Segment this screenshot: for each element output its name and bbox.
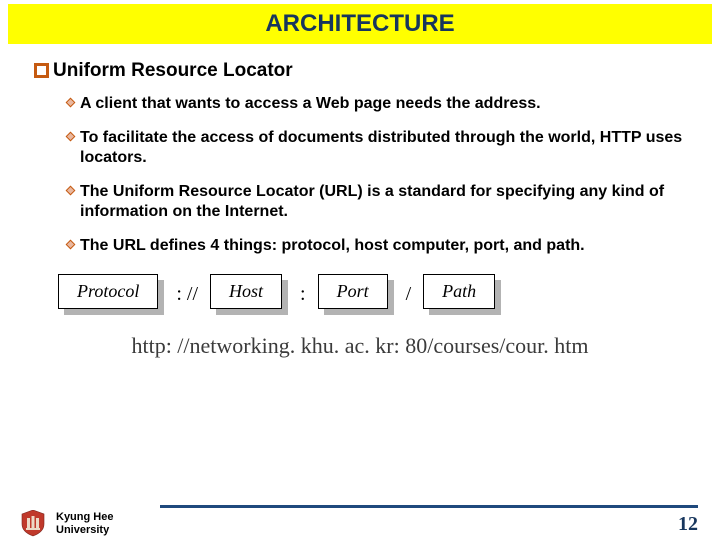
square-bullet-icon xyxy=(34,63,49,78)
university-line1: Kyung Hee xyxy=(56,511,113,524)
list-item: A client that wants to access a Web page… xyxy=(64,94,686,114)
slash-separator: / xyxy=(402,283,416,306)
slide-title-band: ARCHITECTURE xyxy=(8,4,712,44)
university-line2: University xyxy=(56,524,113,537)
slide: ARCHITECTURE Uniform Resource Locator A … xyxy=(0,4,720,544)
list-item: To facilitate the access of documents di… xyxy=(64,128,686,168)
diamond-bullet-icon xyxy=(64,97,78,111)
page-number: 12 xyxy=(678,513,698,536)
list-item: The URL defines 4 things: protocol, host… xyxy=(64,236,686,256)
footer-inner: Kyung Hee University xyxy=(18,510,702,538)
bullet-list: A client that wants to access a Web page… xyxy=(34,94,686,256)
content-area: Uniform Resource Locator A client that w… xyxy=(0,60,720,359)
section-heading-row: Uniform Resource Locator xyxy=(34,60,686,82)
port-box: Port xyxy=(318,274,394,315)
host-label: Host xyxy=(210,274,282,309)
path-label: Path xyxy=(423,274,495,309)
diamond-bullet-icon xyxy=(64,239,78,253)
bullet-text: The URL defines 4 things: protocol, host… xyxy=(80,236,686,256)
diamond-bullet-icon xyxy=(64,131,78,145)
footer-rule xyxy=(160,505,698,508)
bullet-text: The Uniform Resource Locator (URL) is a … xyxy=(80,182,686,222)
university-logo-icon xyxy=(18,510,48,538)
diamond-bullet-icon xyxy=(64,185,78,199)
bullet-text: A client that wants to access a Web page… xyxy=(80,94,686,114)
host-box: Host xyxy=(210,274,288,315)
list-item: The Uniform Resource Locator (URL) is a … xyxy=(64,182,686,222)
section-heading: Uniform Resource Locator xyxy=(53,60,293,82)
slide-title: ARCHITECTURE xyxy=(265,10,454,37)
colon-separator: : xyxy=(296,283,310,306)
scheme-separator: : // xyxy=(172,283,202,306)
example-url: http: //networking. khu. ac. kr: 80/cour… xyxy=(34,333,686,359)
port-label: Port xyxy=(318,274,388,309)
path-box: Path xyxy=(423,274,501,315)
url-structure-diagram: Protocol : // Host : Port / Path xyxy=(58,274,686,315)
bullet-text: To facilitate the access of documents di… xyxy=(80,128,686,168)
protocol-label: Protocol xyxy=(58,274,158,309)
university-name: Kyung Hee University xyxy=(56,511,113,536)
slide-footer: Kyung Hee University 12 xyxy=(0,510,720,538)
protocol-box: Protocol xyxy=(58,274,164,315)
